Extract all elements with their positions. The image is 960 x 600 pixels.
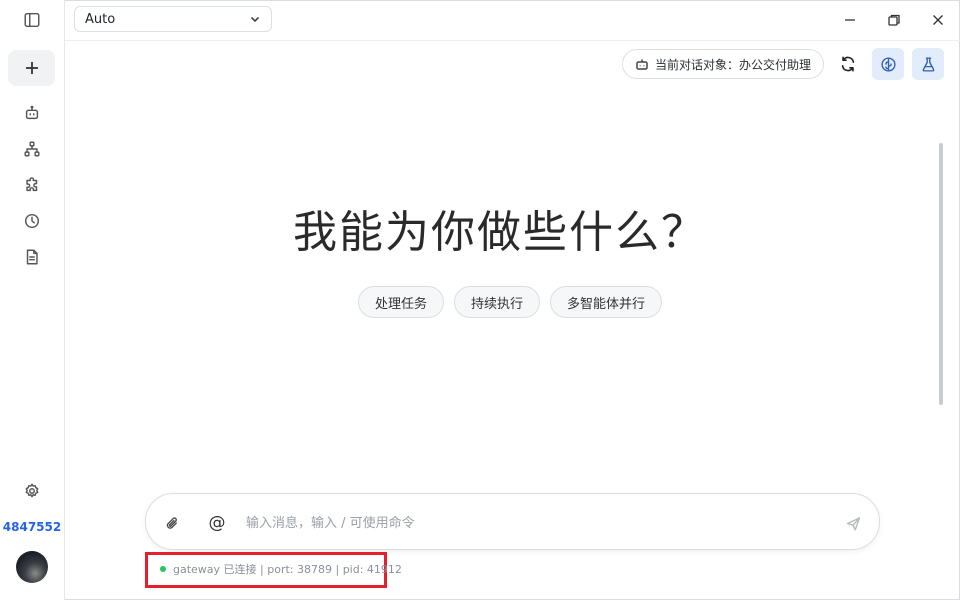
history-clock-icon[interactable] — [16, 207, 48, 235]
close-button[interactable] — [928, 10, 948, 30]
new-chat-button[interactable] — [8, 50, 55, 86]
mention-button[interactable]: @ — [206, 512, 228, 534]
chevron-down-icon — [249, 13, 261, 25]
connected-dot-icon — [160, 566, 166, 572]
brain-mode-button[interactable] — [872, 48, 904, 80]
suggestion-chips: 处理任务 持续执行 多智能体并行 — [0, 286, 960, 318]
brain-icon — [880, 56, 896, 72]
send-icon — [846, 516, 860, 531]
toggle-sidebar-icon[interactable] — [16, 6, 48, 34]
model-select-value: Auto — [85, 11, 116, 27]
send-button[interactable] — [842, 512, 864, 534]
bot-icon — [636, 59, 648, 70]
refresh-button[interactable] — [836, 52, 860, 76]
message-input[interactable] — [244, 510, 808, 536]
org-tree-icon[interactable] — [16, 135, 48, 163]
model-select[interactable]: Auto — [74, 6, 272, 32]
document-icon[interactable] — [16, 243, 48, 271]
puzzle-plugin-icon[interactable] — [16, 171, 48, 199]
chip-multi-agent[interactable]: 多智能体并行 — [550, 286, 662, 318]
paperclip-icon — [166, 516, 177, 529]
minimize-icon — [845, 19, 855, 21]
flask-icon — [922, 56, 934, 72]
refresh-icon — [841, 56, 855, 72]
attach-button[interactable] — [161, 512, 183, 534]
conversation-target-pill[interactable]: 当前对话对象：办公交付助理 — [622, 49, 824, 79]
gateway-status-text: gateway 已连接 | port: 38789 | pid: 41912 — [173, 563, 402, 576]
minimize-button[interactable] — [840, 10, 860, 30]
close-icon — [933, 15, 943, 25]
avatar[interactable] — [16, 551, 48, 583]
scrollbar[interactable] — [939, 143, 943, 405]
restore-button[interactable] — [884, 10, 904, 30]
message-composer: @ — [145, 493, 880, 550]
chip-process-task[interactable]: 处理任务 — [358, 286, 444, 318]
settings-gear-icon[interactable] — [16, 477, 48, 505]
agent-bot-icon[interactable] — [16, 99, 48, 127]
plus-icon — [25, 62, 38, 74]
restore-icon — [888, 14, 900, 26]
gateway-status: gateway 已连接 | port: 38789 | pid: 41912 — [160, 561, 402, 577]
lab-flask-button[interactable] — [912, 48, 944, 80]
page-title: 我能为你做些什么？ — [293, 207, 707, 258]
conversation-target-label: 当前对话对象：办公交付助理 — [655, 57, 812, 72]
chip-continuous-run[interactable]: 持续执行 — [454, 286, 540, 318]
at-icon: @ — [208, 513, 226, 533]
user-id-label: 4847552 — [2, 520, 62, 534]
